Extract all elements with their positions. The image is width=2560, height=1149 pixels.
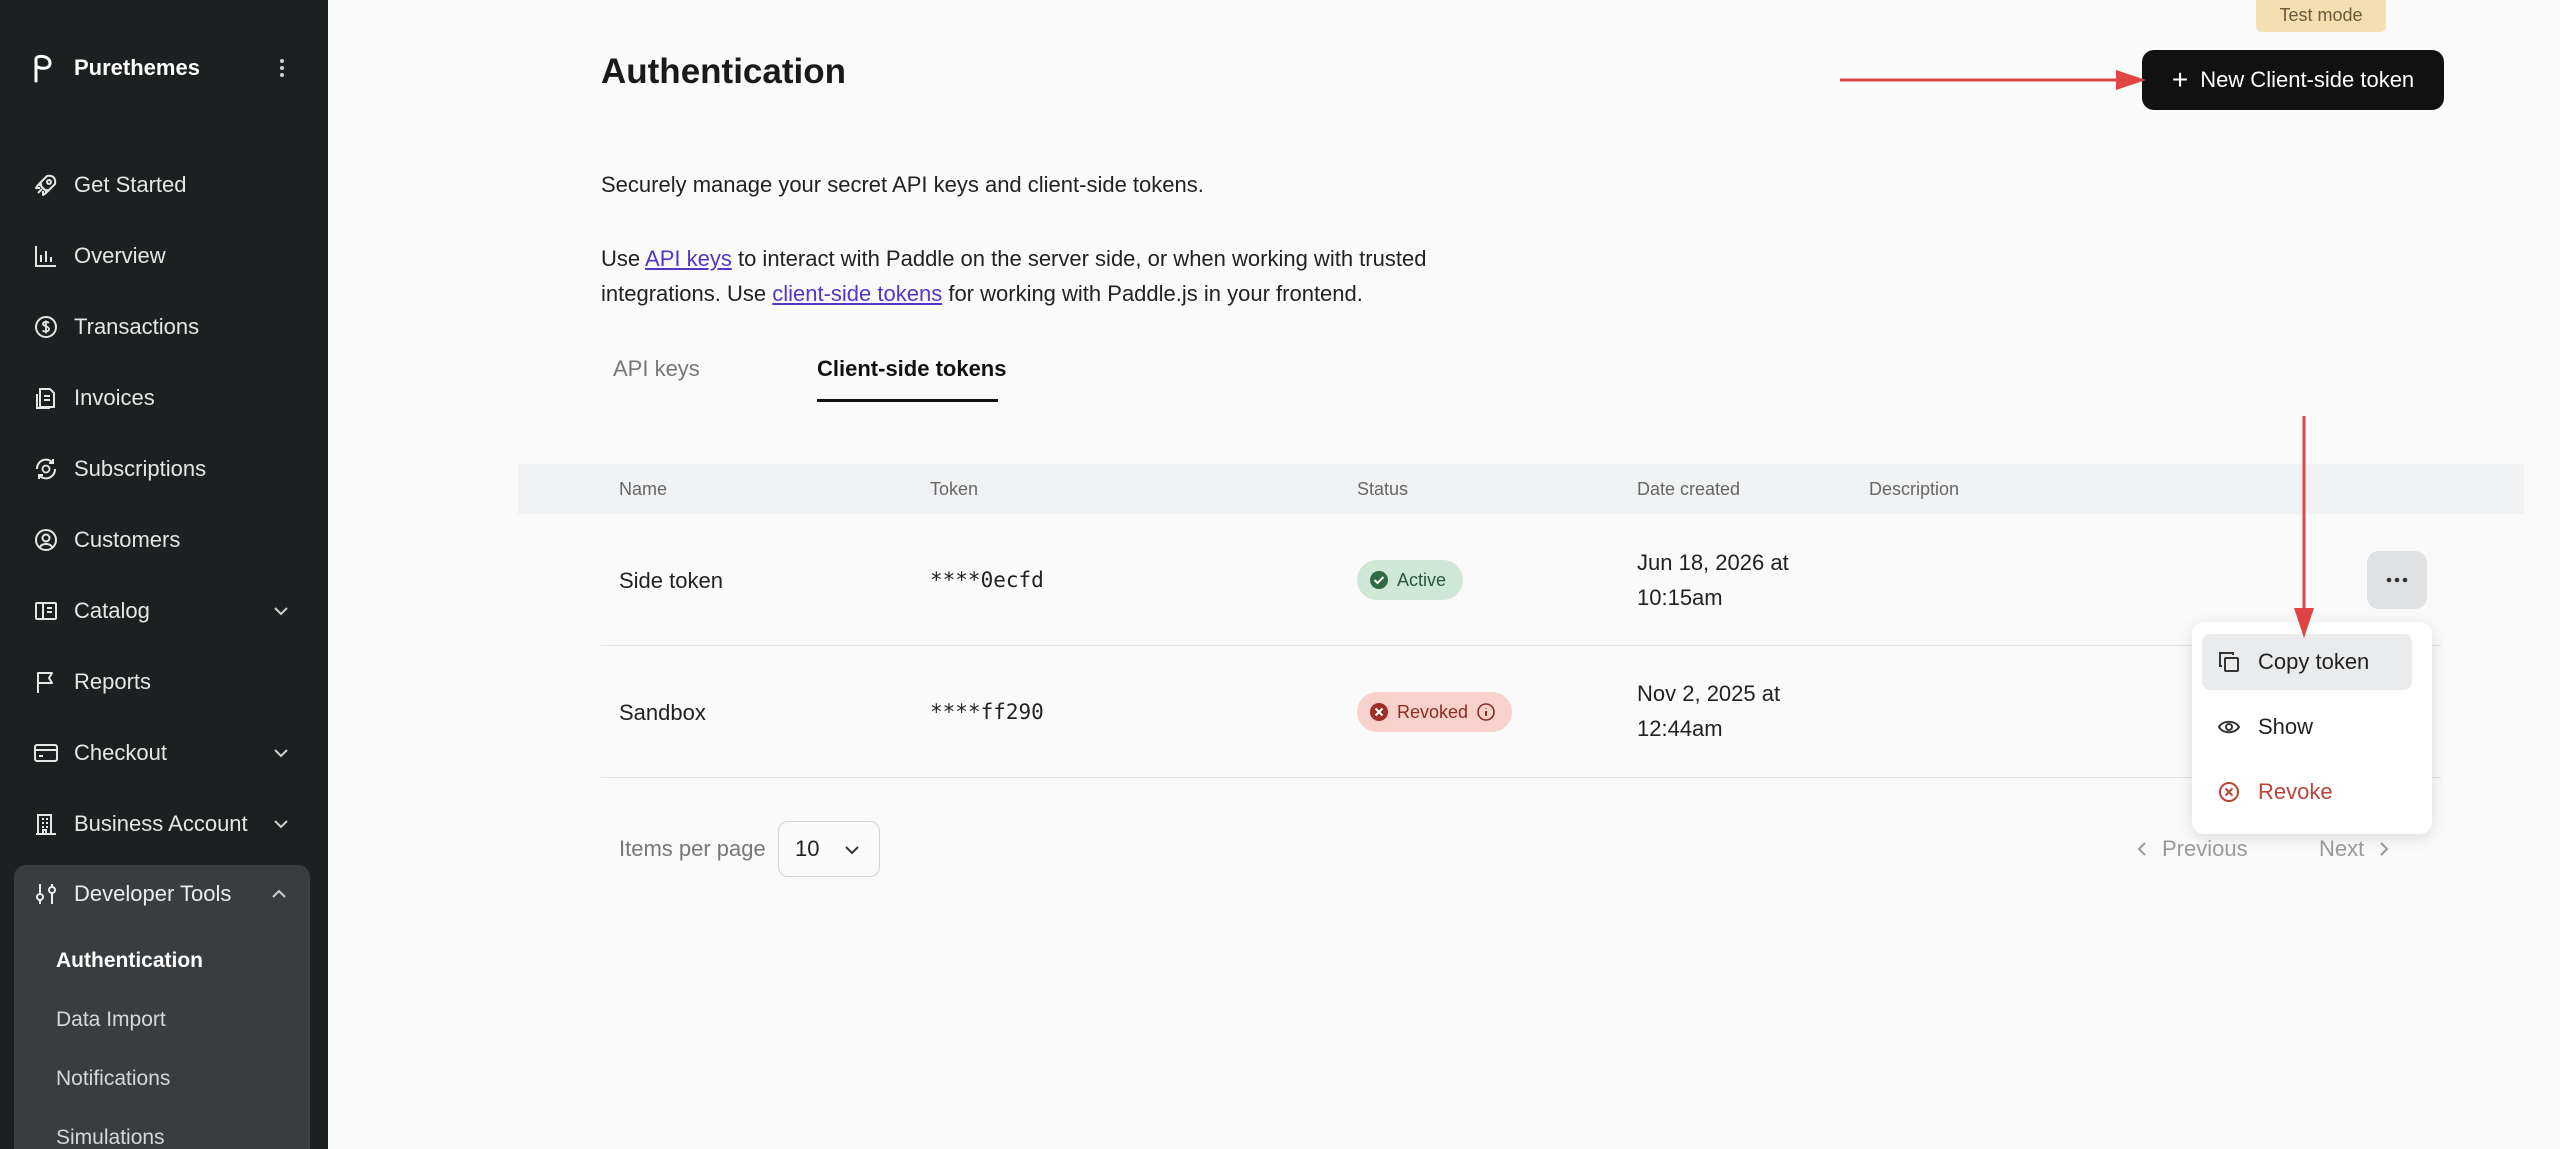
more-horizontal-icon [2386, 577, 2408, 583]
column-header-status: Status [1357, 479, 1409, 499]
api-keys-link[interactable]: API keys [645, 246, 732, 271]
table-header [518, 464, 2524, 514]
column-header-token: Token [930, 479, 979, 499]
catalog-icon [32, 597, 60, 625]
menu-item-show[interactable]: Show [2202, 699, 2412, 755]
sidebar-item-developer-tools[interactable]: Developer Tools [14, 865, 310, 923]
brand-name: Purethemes [74, 55, 200, 80]
items-per-page-label: Items per page [619, 836, 766, 861]
sidebar-item-label: Customers [74, 527, 181, 552]
chevron-left-icon [2137, 842, 2146, 856]
sidebar-item-get-started[interactable]: Get Started [14, 157, 314, 213]
invoice-icon [32, 384, 60, 412]
sidebar-item-overview[interactable]: Overview [14, 228, 314, 284]
copy-icon [2216, 649, 2242, 675]
rocket-icon [32, 171, 60, 199]
row-divider [601, 645, 2441, 646]
sidebar-item-label: Overview [74, 243, 166, 268]
info-icon[interactable] [1476, 702, 1496, 722]
column-header-date-created: Date created [1637, 479, 1741, 499]
annotation-arrow-right [1840, 70, 2146, 90]
chevron-down-icon [845, 846, 859, 855]
menu-item-copy-token[interactable]: Copy token [2202, 634, 2412, 690]
sidebar-item-transactions[interactable]: Transactions [14, 299, 314, 355]
sidebar: Purethemes Get Started Overview Transact… [0, 0, 328, 1149]
subscription-icon [32, 455, 60, 483]
row-divider [601, 777, 2441, 778]
menu-item-revoke[interactable]: Revoke [2202, 764, 2412, 820]
token-value: ****0ecfd [930, 568, 1044, 592]
previous-page-button[interactable]: Previous [2132, 836, 2248, 862]
more-vertical-icon[interactable] [266, 52, 298, 84]
sidebar-item-label: Reports [74, 669, 152, 694]
sidebar-item-label: Get Started [74, 172, 187, 197]
sidebar-item-label: Transactions [74, 314, 200, 339]
row-actions-menu: Copy token Show Revoke [2192, 622, 2432, 834]
plus-icon: + [2171, 64, 2189, 95]
annotation-arrow-down [2294, 416, 2314, 638]
chevron-up-icon [272, 889, 286, 898]
card-icon [32, 739, 60, 767]
main-content: Test mode Authentication + New Client-si… [328, 0, 2560, 1149]
sidebar-item-label: Business Account [74, 811, 248, 836]
sidebar-item-customers[interactable]: Customers [14, 512, 314, 568]
dollar-circle-icon [32, 313, 60, 341]
new-client-side-token-button[interactable]: + New Client-side token [2142, 50, 2444, 110]
sidebar-item-label: Checkout [74, 740, 167, 765]
date-created-line1: Jun 18, 2026 at [1637, 550, 1789, 575]
sidebar-item-label: Developer Tools [74, 881, 232, 906]
sidebar-subitem-data-import[interactable]: Data Import [56, 1008, 166, 1032]
intro-text: Securely manage your secret API keys and… [601, 172, 1204, 197]
sidebar-item-checkout[interactable]: Checkout [14, 725, 314, 781]
paddle-logo-icon [32, 48, 60, 88]
building-icon [32, 810, 60, 838]
flag-icon [32, 668, 60, 696]
items-per-page-select[interactable]: 10 [778, 821, 880, 877]
chevron-down-icon [274, 749, 288, 758]
client-side-tokens-link[interactable]: client-side tokens [772, 281, 942, 306]
status-badge-active: Active [1357, 560, 1463, 600]
date-created-line2: 10:15am [1637, 585, 1723, 610]
new-token-label: New Client-side token [2200, 67, 2415, 92]
sidebar-item-label: Catalog [74, 598, 150, 623]
token-name: Side token [619, 568, 723, 593]
page-title: Authentication [601, 52, 846, 91]
sidebar-item-label: Subscriptions [74, 456, 207, 481]
eye-icon [2216, 714, 2242, 740]
developer-tools-group: Developer Tools Authentication Data Impo… [14, 865, 310, 1149]
sidebar-item-catalog[interactable]: Catalog [14, 583, 314, 639]
sidebar-item-invoices[interactable]: Invoices [14, 370, 314, 426]
token-name: Sandbox [619, 700, 706, 725]
test-mode-badge: Test mode [2256, 0, 2386, 32]
row-actions-button[interactable] [2367, 551, 2427, 609]
tab-api-keys[interactable]: API keys [613, 356, 700, 382]
status-badge-revoked: Revoked [1357, 692, 1512, 732]
bar-chart-icon [32, 242, 60, 270]
chevron-down-icon [274, 607, 288, 616]
column-header-name: Name [619, 479, 668, 499]
active-tab-indicator [817, 399, 998, 402]
check-circle-icon [1370, 571, 1388, 589]
x-circle-icon [2216, 779, 2242, 805]
chevron-right-icon [2380, 842, 2389, 856]
next-page-button[interactable]: Next [2319, 836, 2394, 862]
date-created-line2: 12:44am [1637, 716, 1723, 741]
sliders-icon [32, 880, 60, 908]
sidebar-subitem-simulations[interactable]: Simulations [56, 1126, 165, 1149]
intro-links-text: Use API keys to interact with Paddle on … [601, 246, 1427, 306]
sidebar-subitem-authentication[interactable]: Authentication [56, 949, 203, 973]
sidebar-item-label: Invoices [74, 385, 155, 410]
x-circle-icon [1370, 703, 1388, 721]
brand[interactable]: Purethemes [32, 48, 298, 88]
chevron-down-icon [274, 820, 288, 829]
date-created-line1: Nov 2, 2025 at [1637, 681, 1781, 706]
token-value: ****ff290 [930, 700, 1044, 724]
sidebar-item-reports[interactable]: Reports [14, 654, 314, 710]
user-circle-icon [32, 526, 60, 554]
column-header-description: Description [1869, 479, 1960, 499]
tab-client-side-tokens[interactable]: Client-side tokens [817, 356, 1006, 382]
sidebar-item-business-account[interactable]: Business Account [14, 796, 314, 852]
sidebar-subitem-notifications[interactable]: Notifications [56, 1067, 170, 1091]
sidebar-item-subscriptions[interactable]: Subscriptions [14, 441, 314, 497]
